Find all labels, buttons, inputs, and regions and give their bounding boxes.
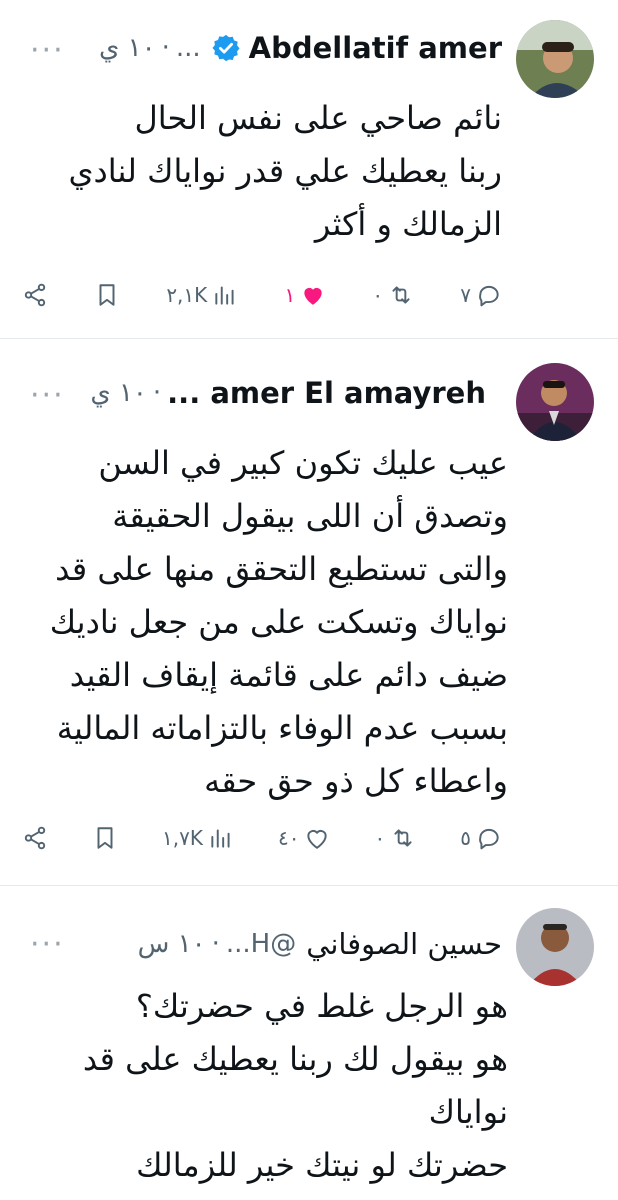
reply-button[interactable]: ٥: [460, 825, 502, 851]
tweet-text: نائم صاحي على نفس الحال ربنا يعطيك علي ق…: [68, 99, 502, 243]
retweet-icon: [394, 829, 412, 847]
share-button[interactable]: [22, 825, 48, 851]
bookmark-button[interactable]: [94, 282, 120, 308]
tweet-3[interactable]: حسين الصوفاني @H... · ١٠ س ··· هو الرجل …: [0, 886, 618, 1200]
avatar[interactable]: [516, 363, 594, 441]
share-icon: [24, 826, 46, 850]
tweet-time[interactable]: ١٠ س: [138, 929, 206, 959]
separator-dot: ·: [211, 929, 220, 959]
retweet-button[interactable]: ٠: [374, 825, 416, 851]
author-name[interactable]: Abdellatif amer: [249, 31, 502, 65]
tweet-2[interactable]: amer El amayreh ... · ١٠ ي ··· عيب عليك …: [0, 339, 618, 879]
verified-badge-icon: [212, 34, 240, 62]
reply-icon: [479, 285, 499, 307]
tweet-header: amer El amayreh ... · ١٠ ي: [90, 373, 486, 413]
heart-icon: [307, 830, 328, 849]
separator-dot: ·: [152, 378, 162, 408]
bookmark-icon: [99, 284, 115, 306]
views-count: ١,٧K: [162, 826, 203, 850]
author-name[interactable]: حسين الصوفاني: [306, 927, 502, 961]
avatar-image-icon: [516, 20, 594, 98]
like-button[interactable]: ٤٠: [278, 825, 330, 851]
more-icon[interactable]: ···: [30, 930, 65, 960]
reply-button[interactable]: ٧: [460, 282, 502, 308]
tweet-time[interactable]: ١٠ ي: [90, 378, 147, 408]
share-button[interactable]: [22, 282, 48, 308]
views-icon: [215, 286, 234, 305]
heart-icon: [304, 287, 322, 305]
reply-count: ٧: [460, 283, 471, 307]
tweet-1[interactable]: Abdellatif amer ... · ١٠ ي ··· نائم صاحي…: [0, 0, 618, 330]
more-icon[interactable]: ···: [30, 381, 65, 411]
views-count: ٢,١K: [166, 283, 208, 307]
more-icon[interactable]: ···: [30, 36, 65, 66]
author-handle[interactable]: ...: [176, 33, 201, 63]
avatar[interactable]: [516, 20, 594, 98]
tweet-text: عيب عليك تكون كبير في السن وتصدق أن اللى…: [49, 444, 508, 800]
retweet-icon: [392, 286, 410, 304]
views-button[interactable]: ٢,١K: [166, 282, 238, 308]
like-count: ١: [284, 283, 296, 307]
retweet-button[interactable]: ٠: [372, 282, 414, 308]
author-handle[interactable]: @H...: [226, 929, 296, 959]
bookmark-button[interactable]: [92, 825, 118, 851]
tweet-time[interactable]: ١٠ ي: [99, 33, 156, 63]
views-icon: [211, 829, 230, 848]
like-button[interactable]: ١: [284, 282, 326, 308]
avatar-image-icon: [516, 363, 594, 441]
avatar[interactable]: [516, 908, 594, 986]
reply-icon: [479, 828, 499, 850]
action-bar: ٢,١K ١ ٠ ٧: [22, 277, 502, 313]
views-button[interactable]: ١,٧K: [162, 825, 234, 851]
bookmark-icon: [97, 827, 113, 849]
like-count: ٤٠: [277, 826, 300, 850]
separator-dot: ·: [161, 33, 170, 63]
tweet-header: حسين الصوفاني @H... · ١٠ س: [138, 924, 502, 964]
retweet-count: ٠: [374, 826, 386, 850]
retweet-count: ٠: [372, 283, 384, 307]
reply-count: ٥: [460, 826, 471, 850]
avatar-image-icon: [516, 908, 594, 986]
tweet-text: هو الرجل غلط في حضرتك؟ هو بيقول لك ربنا …: [82, 987, 508, 1184]
action-bar: ١,٧K ٤٠ ٠ ٥: [22, 820, 502, 856]
share-icon: [24, 283, 46, 307]
tweet-header: Abdellatif amer ... · ١٠ ي: [99, 28, 502, 68]
author-name[interactable]: amer El amayreh ...: [167, 376, 486, 410]
